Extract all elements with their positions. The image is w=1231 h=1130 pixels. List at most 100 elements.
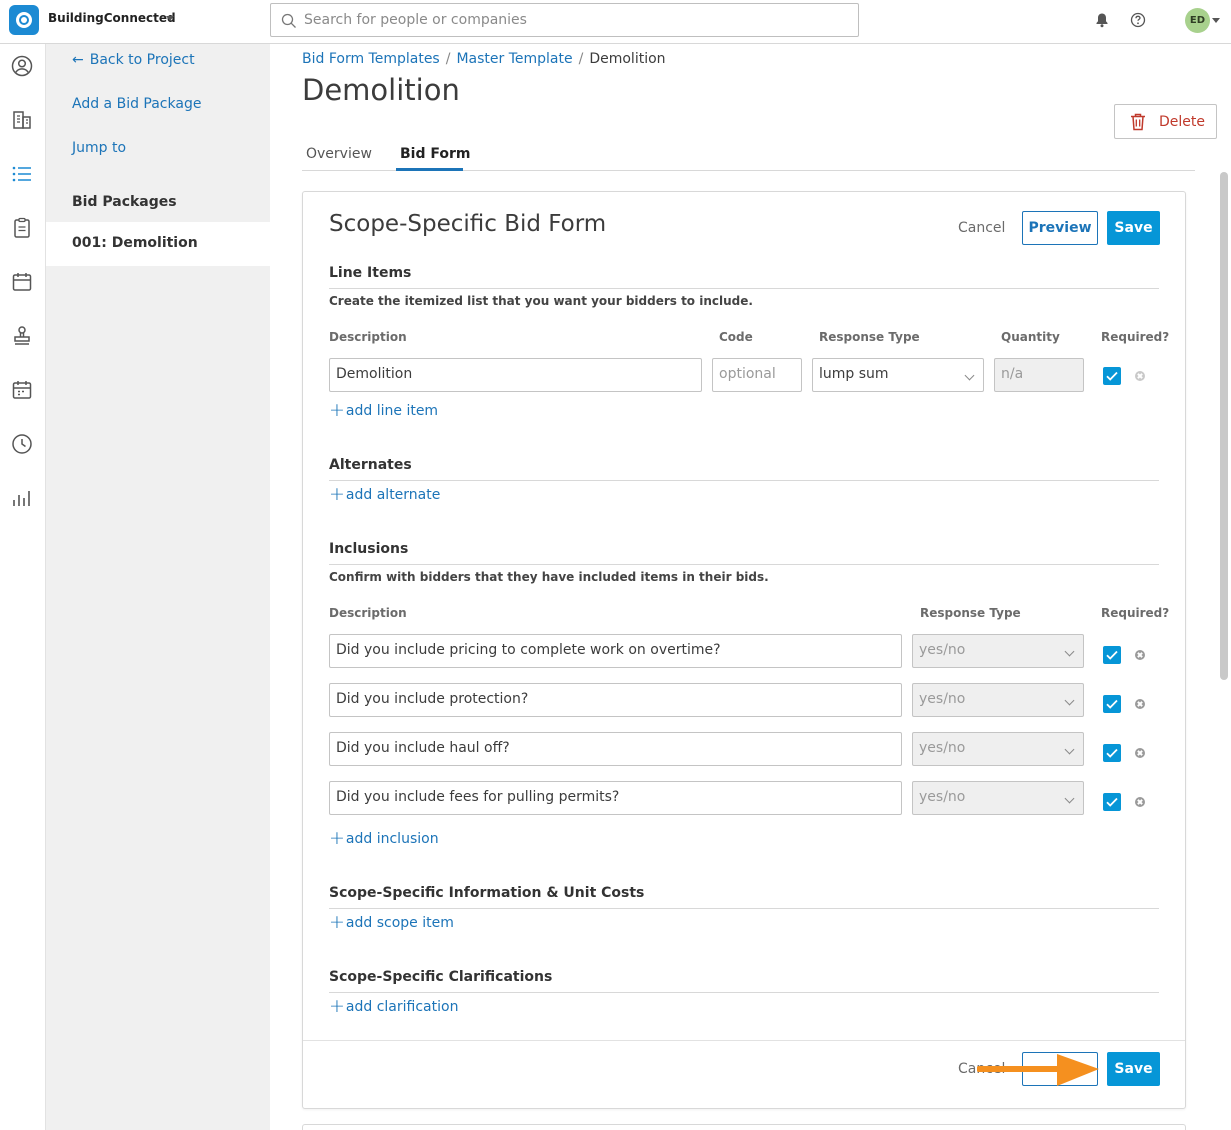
inclusion-description-field[interactable]: Did you include haul off?	[329, 732, 902, 766]
sidebar-item-demolition[interactable]: 001: Demolition	[46, 222, 270, 266]
inclusion-response-type-select: yes/no	[912, 683, 1084, 717]
clipboard-icon[interactable]	[10, 216, 34, 240]
arrow-left-icon: ←	[72, 52, 84, 68]
required-checkbox[interactable]	[1103, 367, 1121, 385]
col-response-type: Response Type	[819, 330, 920, 344]
col-description: Description	[329, 330, 407, 344]
bar-chart-icon[interactable]	[10, 486, 34, 510]
list-icon[interactable]	[10, 162, 34, 186]
clarifications-heading: Scope-Specific Clarifications	[329, 969, 553, 985]
breadcrumb-current: Demolition	[589, 51, 666, 67]
company-name[interactable]: BuildingConnected	[48, 11, 176, 25]
inclusion-description-field[interactable]: Did you include fees for pulling permits…	[329, 781, 902, 815]
col-required: Required?	[1101, 606, 1170, 620]
response-type-value: yes/no	[919, 642, 966, 658]
line-items-heading: Line Items	[329, 265, 412, 281]
remove-row-icon[interactable]	[1135, 650, 1145, 660]
icon-rail	[0, 44, 46, 1130]
line-item-quantity-field: n/a	[994, 358, 1084, 392]
clock-icon[interactable]	[10, 432, 34, 456]
chevron-down-icon	[1064, 695, 1075, 706]
alternates-heading: Alternates	[329, 457, 412, 473]
remove-row-icon[interactable]	[1135, 371, 1145, 381]
line-item-description-field[interactable]: Demolition	[329, 358, 702, 392]
checkmark-icon	[1106, 748, 1118, 758]
inclusion-response-type-select: yes/no	[912, 634, 1084, 668]
calendar-check-icon[interactable]	[10, 378, 34, 402]
stamp-icon[interactable]	[10, 324, 34, 348]
user-avatar[interactable]: ED	[1185, 8, 1210, 33]
jump-to-link[interactable]: Jump to	[72, 140, 126, 156]
user-circle-icon[interactable]	[10, 54, 34, 78]
chevron-down-icon	[964, 370, 975, 381]
tab-overview[interactable]: Overview	[306, 146, 372, 162]
page-title: Demolition	[302, 73, 460, 107]
footer-save-button[interactable]: Save	[1107, 1052, 1160, 1086]
next-card-edge	[302, 1124, 1186, 1130]
checkmark-icon	[1106, 699, 1118, 709]
avatar-caret-icon[interactable]	[1212, 18, 1220, 23]
back-to-project-link[interactable]: ← Back to Project	[72, 52, 195, 68]
section-divider	[329, 480, 1159, 481]
checkmark-icon	[1106, 650, 1118, 660]
tab-bid-form[interactable]: Bid Form	[400, 146, 470, 162]
add-bid-package-link[interactable]: Add a Bid Package	[72, 96, 201, 112]
remove-row-icon[interactable]	[1135, 748, 1145, 758]
inclusions-description: Confirm with bidders that they have incl…	[329, 570, 769, 584]
remove-row-icon[interactable]	[1135, 699, 1145, 709]
inclusions-heading: Inclusions	[329, 541, 409, 557]
search-icon	[281, 13, 296, 28]
inclusion-description-field[interactable]: Did you include pricing to complete work…	[329, 634, 902, 668]
response-type-value: yes/no	[919, 691, 966, 707]
line-item-code-field[interactable]: optional	[712, 358, 802, 392]
scope-info-heading: Scope-Specific Information & Unit Costs	[329, 885, 645, 901]
breadcrumb-separator: /	[445, 51, 451, 67]
search-placeholder: Search for people or companies	[304, 12, 527, 28]
inclusion-description-field[interactable]: Did you include protection?	[329, 683, 902, 717]
active-tab-indicator	[396, 168, 463, 171]
chevron-down-icon	[1064, 793, 1075, 804]
line-items-description: Create the itemized list that you want y…	[329, 294, 753, 308]
plus-icon: +	[329, 399, 345, 421]
add-clarification-link[interactable]: +add clarification	[329, 995, 458, 1017]
plus-icon: +	[329, 995, 345, 1017]
checkmark-icon	[1106, 797, 1118, 807]
sidebar-item-label: 001: Demolition	[72, 235, 198, 251]
delete-button[interactable]: Delete	[1114, 104, 1217, 139]
checkmark-icon	[1106, 371, 1118, 381]
chevron-down-icon	[1064, 646, 1075, 657]
buildingconnected-logo-icon[interactable]	[9, 5, 39, 35]
col-required: Required?	[1101, 330, 1170, 344]
calendar-icon[interactable]	[10, 270, 34, 294]
scrollbar[interactable]	[1220, 172, 1228, 680]
breadcrumb-master-template[interactable]: Master Template	[456, 51, 572, 67]
add-inclusion-link[interactable]: +add inclusion	[329, 829, 439, 848]
preview-button[interactable]: Preview	[1022, 211, 1098, 245]
annotation-arrow-icon	[977, 1054, 1099, 1086]
save-button[interactable]: Save	[1107, 211, 1160, 245]
breadcrumb: Bid Form Templates / Master Template / Demol…	[302, 51, 666, 67]
section-divider	[329, 908, 1159, 909]
col-response-type: Response Type	[920, 606, 1021, 620]
bid-packages-heading: Bid Packages	[72, 194, 177, 210]
remove-row-icon[interactable]	[1135, 797, 1145, 807]
required-checkbox[interactable]	[1103, 695, 1121, 713]
response-type-value: lump sum	[819, 366, 889, 382]
breadcrumb-bid-form-templates[interactable]: Bid Form Templates	[302, 51, 440, 67]
add-alternate-link[interactable]: +add alternate	[329, 485, 440, 504]
help-icon[interactable]	[1130, 12, 1146, 28]
plus-icon: +	[329, 911, 345, 933]
breadcrumb-separator: /	[578, 51, 584, 67]
add-scope-item-link[interactable]: +add scope item	[329, 911, 454, 933]
building-icon[interactable]	[10, 108, 34, 132]
bell-icon[interactable]	[1094, 12, 1110, 28]
section-divider	[329, 288, 1159, 289]
required-checkbox[interactable]	[1103, 646, 1121, 664]
company-caret-icon[interactable]	[166, 16, 174, 21]
required-checkbox[interactable]	[1103, 793, 1121, 811]
required-checkbox[interactable]	[1103, 744, 1121, 762]
search-input[interactable]: Search for people or companies	[270, 3, 859, 37]
line-item-response-type-select[interactable]: lump sum	[812, 358, 984, 392]
cancel-button[interactable]: Cancel	[958, 220, 1005, 236]
add-line-item-link[interactable]: +add line item	[329, 399, 438, 421]
